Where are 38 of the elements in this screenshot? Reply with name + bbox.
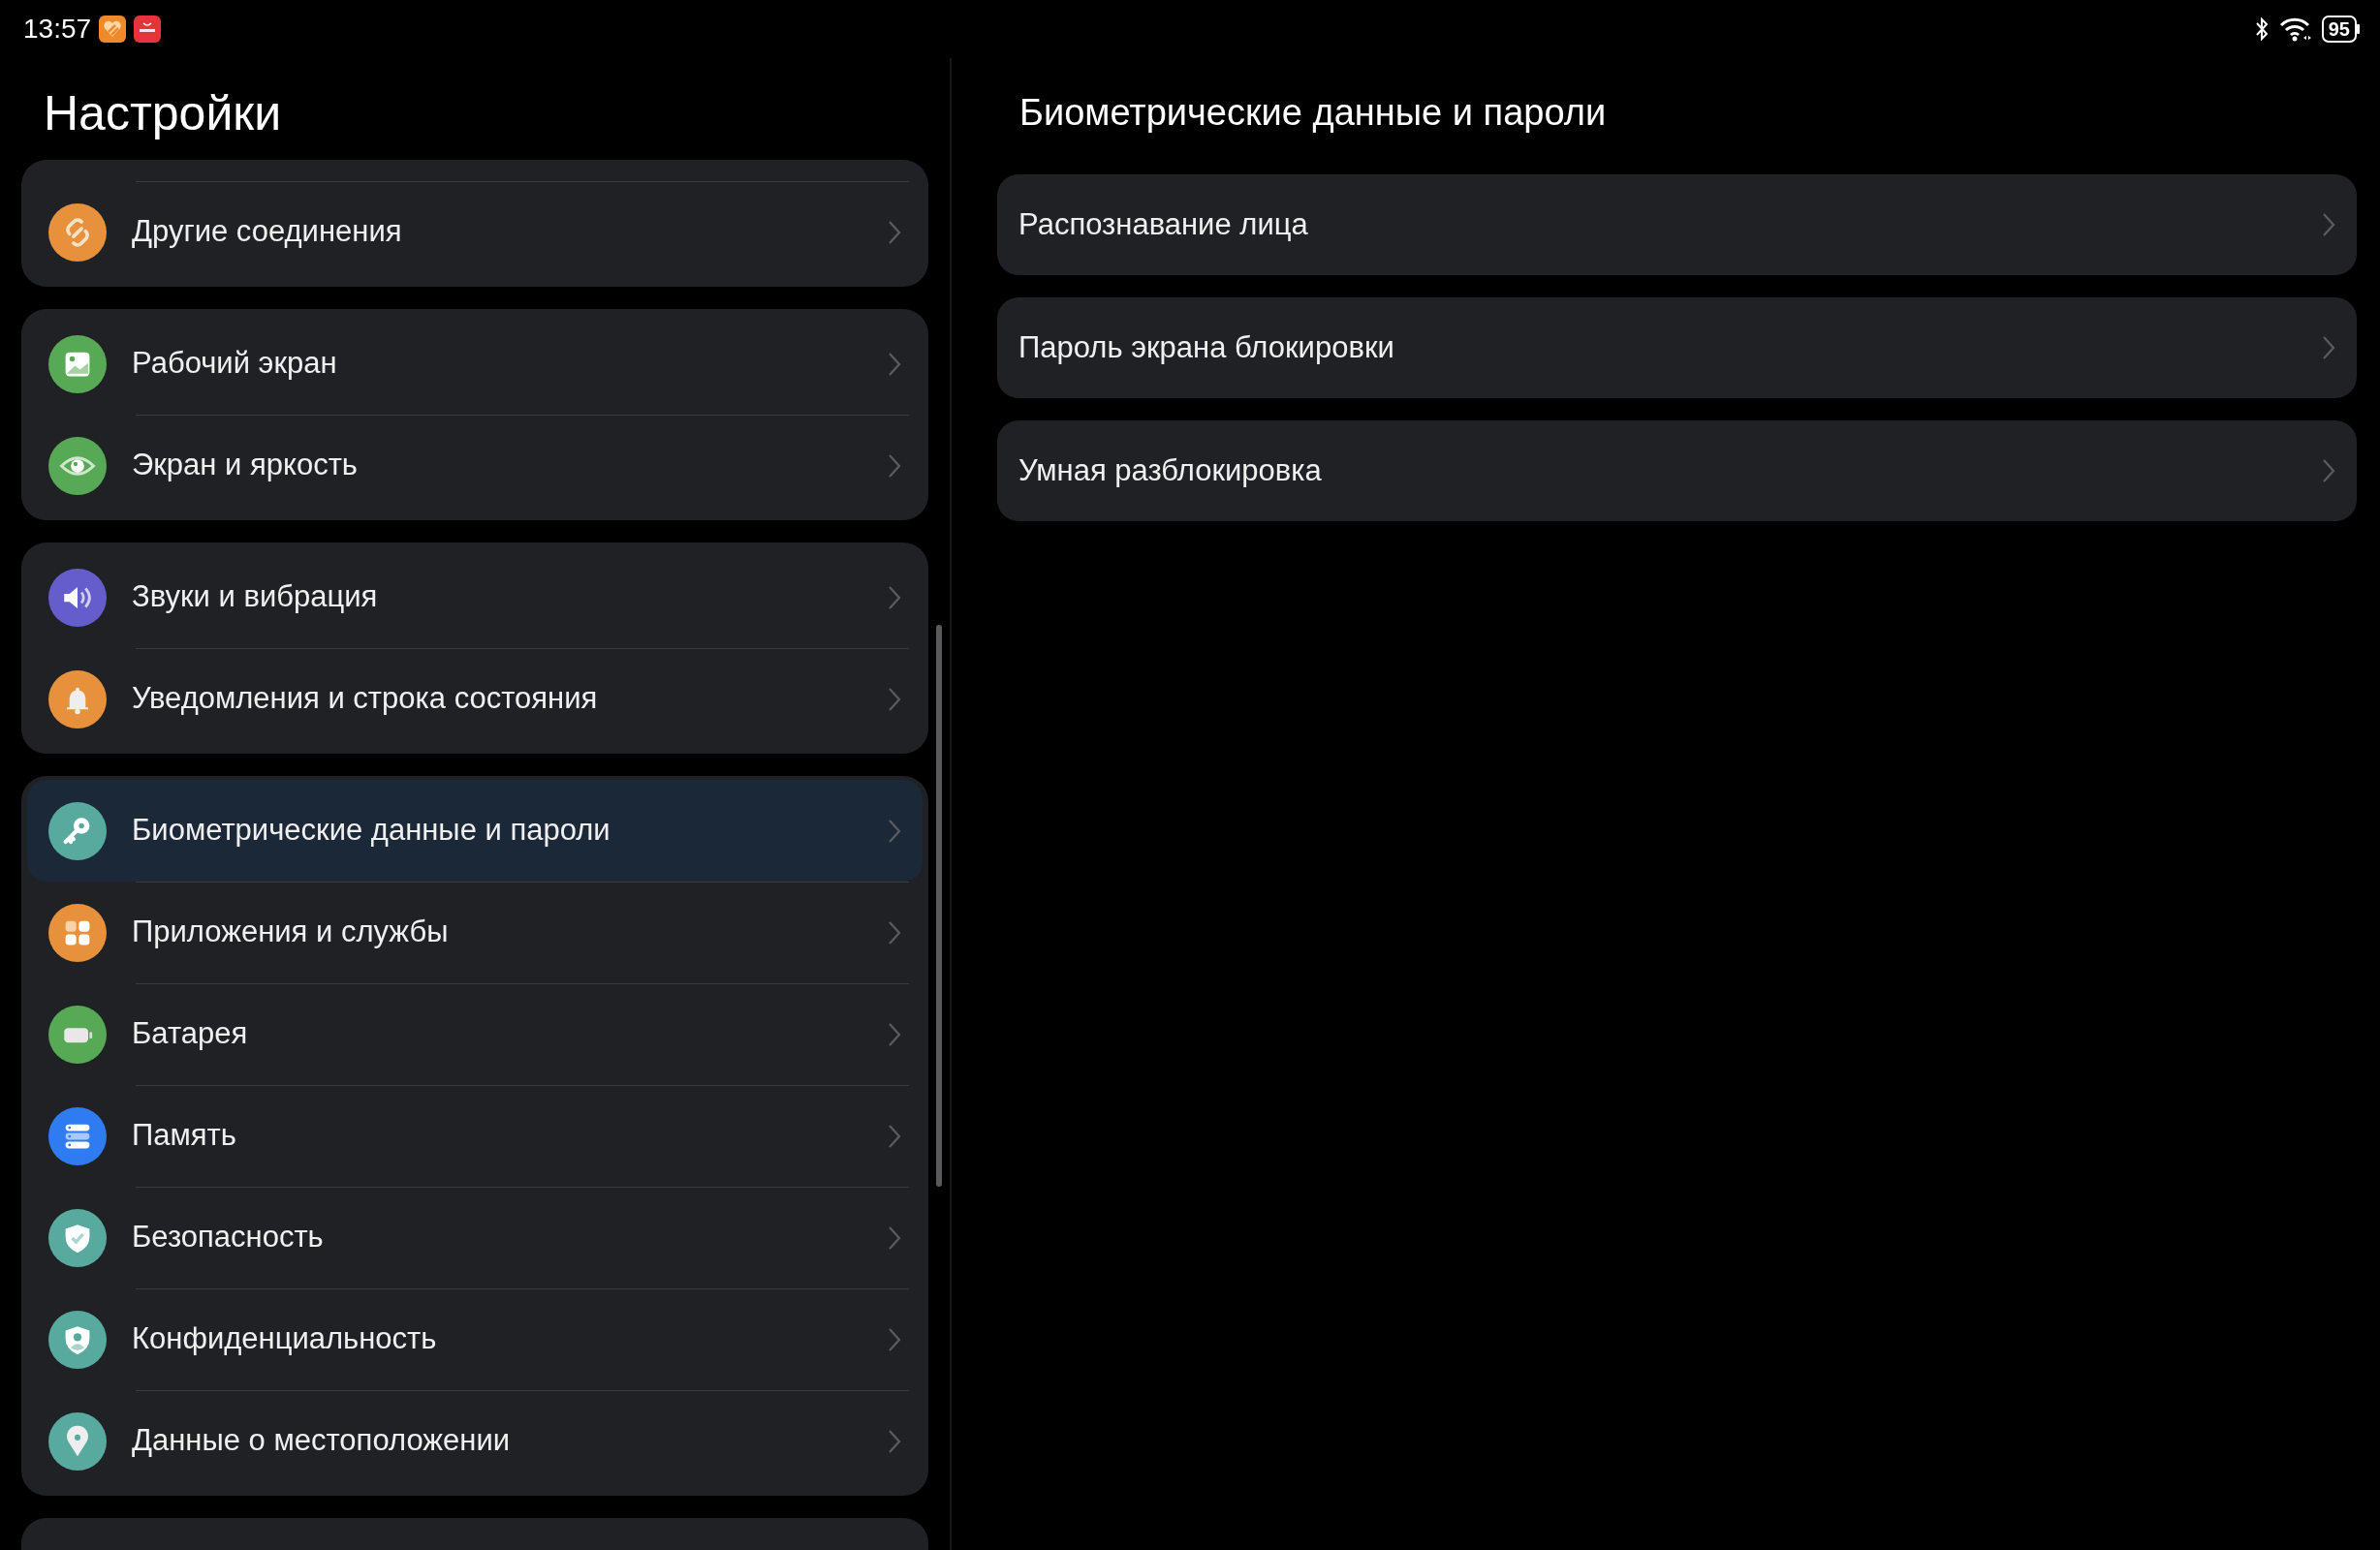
settings-title: Настройки: [44, 85, 283, 142]
chevron-icon: [888, 452, 901, 479]
settings-item[interactable]: Экран и яркость: [27, 415, 923, 516]
status-time: 13:57: [23, 13, 92, 46]
bluetooth-icon: [2253, 16, 2270, 42]
chevron-icon: [888, 818, 901, 844]
chevron-icon: [888, 1224, 901, 1251]
chevron-icon: [2322, 458, 2335, 483]
settings-item[interactable]: Биометрические данные и пароли: [27, 780, 923, 882]
settings-item[interactable]: Приложения и службы: [27, 882, 923, 983]
chevron-icon: [888, 686, 901, 712]
chevron-icon: [888, 1123, 901, 1149]
settings-item[interactable]: Другие соединения: [27, 181, 923, 283]
settings-item[interactable]: Безопасность: [27, 1187, 923, 1288]
chevron-icon: [2322, 335, 2335, 360]
health-app-icon: [99, 16, 127, 43]
battery-level: 95: [2321, 16, 2357, 43]
settings-item[interactable]: Уведомления и строка состояния: [27, 648, 923, 750]
chevron-icon: [888, 584, 901, 610]
settings-item[interactable]: Батарея: [27, 983, 923, 1085]
chevron-icon: [888, 919, 901, 946]
chevron-icon: [888, 1021, 901, 1047]
chevron-icon: [888, 1326, 901, 1352]
chevron-icon: [2322, 212, 2335, 237]
settings-item[interactable]: Конфиденциальность: [27, 1288, 923, 1390]
wifi-icon: [2278, 16, 2312, 42]
settings-option[interactable]: Распознавание лица: [997, 174, 2357, 275]
settings-option[interactable]: Пароль экрана блокировки: [997, 297, 2357, 398]
chevron-icon: [888, 219, 901, 245]
settings-item[interactable]: Данные о местоположении: [27, 1390, 923, 1492]
settings-item[interactable]: Рабочий экран: [27, 313, 923, 415]
settings-option[interactable]: Умная разблокировка: [997, 420, 2357, 521]
settings-item[interactable]: Звуки и вибрация: [27, 546, 923, 648]
chevron-icon: [888, 1428, 901, 1454]
page-title: Биометрические данные и пароли: [1019, 91, 1608, 135]
chevron-icon: [888, 351, 901, 377]
settings-item[interactable]: Память: [27, 1085, 923, 1187]
battery-tip-icon: [2357, 24, 2361, 34]
